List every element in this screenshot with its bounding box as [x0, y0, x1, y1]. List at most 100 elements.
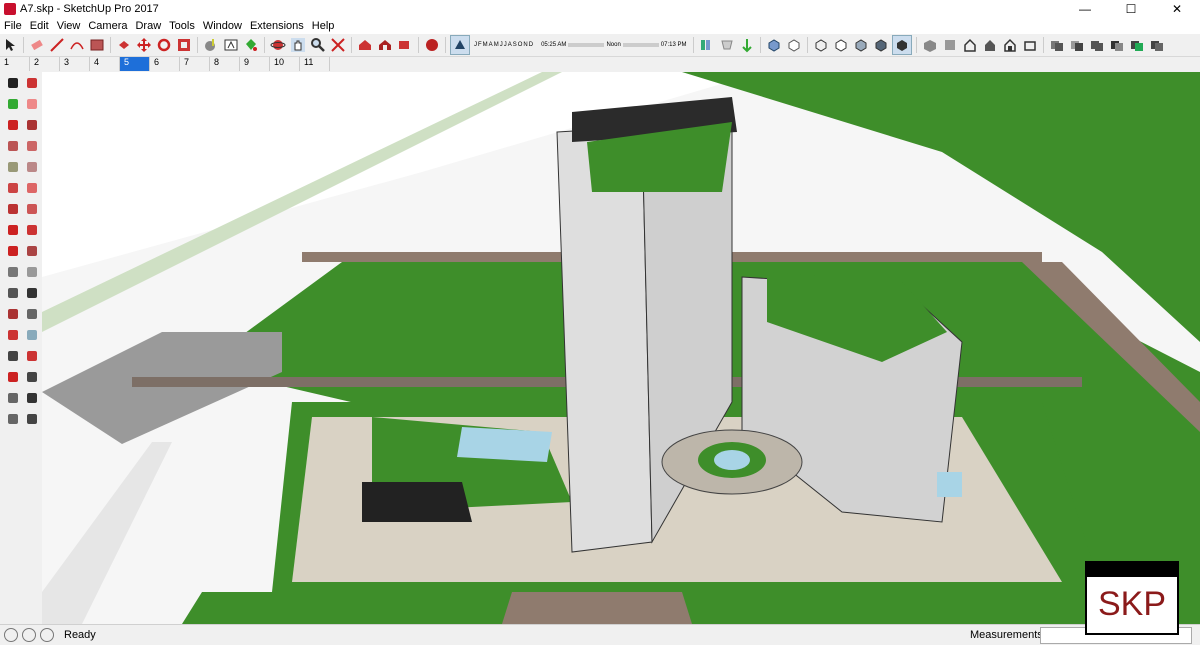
iso-icon[interactable] — [921, 36, 939, 54]
xray-icon[interactable] — [765, 36, 783, 54]
dimension-icon[interactable] — [24, 263, 42, 281]
orbit-icon[interactable] — [269, 36, 287, 54]
circle-icon[interactable] — [4, 158, 22, 176]
rotated-rectangle-icon[interactable] — [24, 137, 42, 155]
shadow-time-bar[interactable]: 05:25 AM Noon 07:13 PM — [541, 42, 686, 48]
rectangle-icon[interactable] — [88, 36, 106, 54]
pie-icon[interactable] — [24, 179, 42, 197]
zoom-icon[interactable] — [309, 36, 327, 54]
paint-bucket-icon[interactable] — [4, 95, 22, 113]
scale-icon[interactable] — [24, 242, 42, 260]
tab-scene-10[interactable]: 10 — [270, 57, 300, 71]
extension-ruby-icon[interactable] — [423, 36, 441, 54]
back-view-icon[interactable] — [1001, 36, 1019, 54]
menu-draw[interactable]: Draw — [131, 20, 165, 32]
outer-shell-icon[interactable] — [1048, 36, 1066, 54]
tab-scene-8[interactable]: 8 — [210, 57, 240, 71]
front-view-icon[interactable] — [961, 36, 979, 54]
section-plane-icon[interactable] — [24, 410, 42, 428]
select-icon[interactable] — [4, 74, 22, 92]
menu-extensions[interactable]: Extensions — [246, 20, 308, 32]
tab-scene-11[interactable]: 11 — [300, 57, 330, 71]
tab-scene-1[interactable]: 1 — [0, 57, 30, 71]
tape-measure-icon[interactable] — [4, 263, 22, 281]
zoom-window-icon[interactable] — [24, 347, 42, 365]
tab-scene-2[interactable]: 2 — [30, 57, 60, 71]
follow-me-icon[interactable] — [24, 200, 42, 218]
menu-camera[interactable]: Camera — [84, 20, 131, 32]
line-icon[interactable] — [48, 36, 66, 54]
move-icon[interactable] — [135, 36, 153, 54]
textured-icon[interactable] — [872, 36, 890, 54]
top-view-icon[interactable] — [941, 36, 959, 54]
walk-icon[interactable] — [4, 389, 22, 407]
tab-scene-7[interactable]: 7 — [180, 57, 210, 71]
union-icon[interactable] — [1088, 36, 1106, 54]
model-viewport[interactable] — [42, 72, 1200, 624]
fog-icon[interactable] — [718, 36, 736, 54]
menu-help[interactable]: Help — [308, 20, 339, 32]
credits-icon[interactable] — [22, 628, 36, 642]
look-around-icon[interactable] — [24, 389, 42, 407]
warehouse-icon[interactable] — [356, 36, 374, 54]
right-view-icon[interactable] — [981, 36, 999, 54]
line-icon[interactable] — [4, 116, 22, 134]
menu-edit[interactable]: Edit — [26, 20, 53, 32]
close-button[interactable]: ✕ — [1154, 0, 1200, 18]
tab-scene-9[interactable]: 9 — [240, 57, 270, 71]
arc-icon[interactable] — [68, 36, 86, 54]
rotate-icon[interactable] — [155, 36, 173, 54]
hidden-line-icon[interactable] — [832, 36, 850, 54]
paint-bucket-icon[interactable] — [242, 36, 260, 54]
time-slider-track[interactable] — [568, 43, 605, 47]
pan-icon[interactable] — [289, 36, 307, 54]
section-plane-icon[interactable] — [698, 36, 716, 54]
pan-icon[interactable] — [24, 326, 42, 344]
make-component-icon[interactable] — [24, 74, 42, 92]
tape-measure-icon[interactable] — [202, 36, 220, 54]
layout-icon[interactable] — [396, 36, 414, 54]
move-icon[interactable] — [4, 221, 22, 239]
text-icon[interactable] — [24, 284, 42, 302]
axes-icon[interactable] — [4, 305, 22, 323]
freehand-icon[interactable] — [24, 116, 42, 134]
orbit-icon[interactable] — [4, 326, 22, 344]
trim-icon[interactable] — [1128, 36, 1146, 54]
extension-warehouse-icon[interactable] — [376, 36, 394, 54]
tab-scene-4[interactable]: 4 — [90, 57, 120, 71]
menu-window[interactable]: Window — [199, 20, 246, 32]
eraser-icon[interactable] — [24, 95, 42, 113]
wireframe-icon[interactable] — [812, 36, 830, 54]
menu-file[interactable]: File — [0, 20, 26, 32]
split-icon[interactable] — [1148, 36, 1166, 54]
zoom-icon[interactable] — [4, 347, 22, 365]
polygon-icon[interactable] — [24, 158, 42, 176]
eraser-icon[interactable] — [28, 36, 46, 54]
shadow-toggle-icon[interactable] — [450, 35, 470, 55]
tab-scene-5[interactable]: 5 — [120, 57, 150, 71]
intersect-icon[interactable] — [1068, 36, 1086, 54]
tab-scene-3[interactable]: 3 — [60, 57, 90, 71]
push-pull-icon[interactable] — [24, 221, 42, 239]
select-icon[interactable] — [1, 36, 19, 54]
menu-view[interactable]: View — [53, 20, 85, 32]
time-slider-track[interactable] — [622, 43, 659, 47]
previous-view-icon[interactable] — [24, 368, 42, 386]
position-camera-icon[interactable] — [4, 410, 22, 428]
zoom-extents-icon[interactable] — [4, 368, 22, 386]
arc-icon[interactable] — [4, 179, 22, 197]
rectangle-icon[interactable] — [4, 137, 22, 155]
offset-icon[interactable] — [175, 36, 193, 54]
shadow-month-bar[interactable]: J F M A M J J A S O N D — [474, 42, 534, 48]
push-pull-icon[interactable] — [115, 36, 133, 54]
menu-tools[interactable]: Tools — [165, 20, 199, 32]
maximize-button[interactable]: ☐ — [1108, 0, 1154, 18]
rotate-icon[interactable] — [4, 242, 22, 260]
minimize-button[interactable]: — — [1062, 0, 1108, 18]
left-view-icon[interactable] — [1021, 36, 1039, 54]
zoom-extents-icon[interactable] — [329, 36, 347, 54]
3d-text-icon[interactable] — [24, 305, 42, 323]
monochrome-icon[interactable] — [892, 35, 913, 55]
text-icon[interactable] — [222, 36, 240, 54]
back-edges-icon[interactable] — [785, 36, 803, 54]
